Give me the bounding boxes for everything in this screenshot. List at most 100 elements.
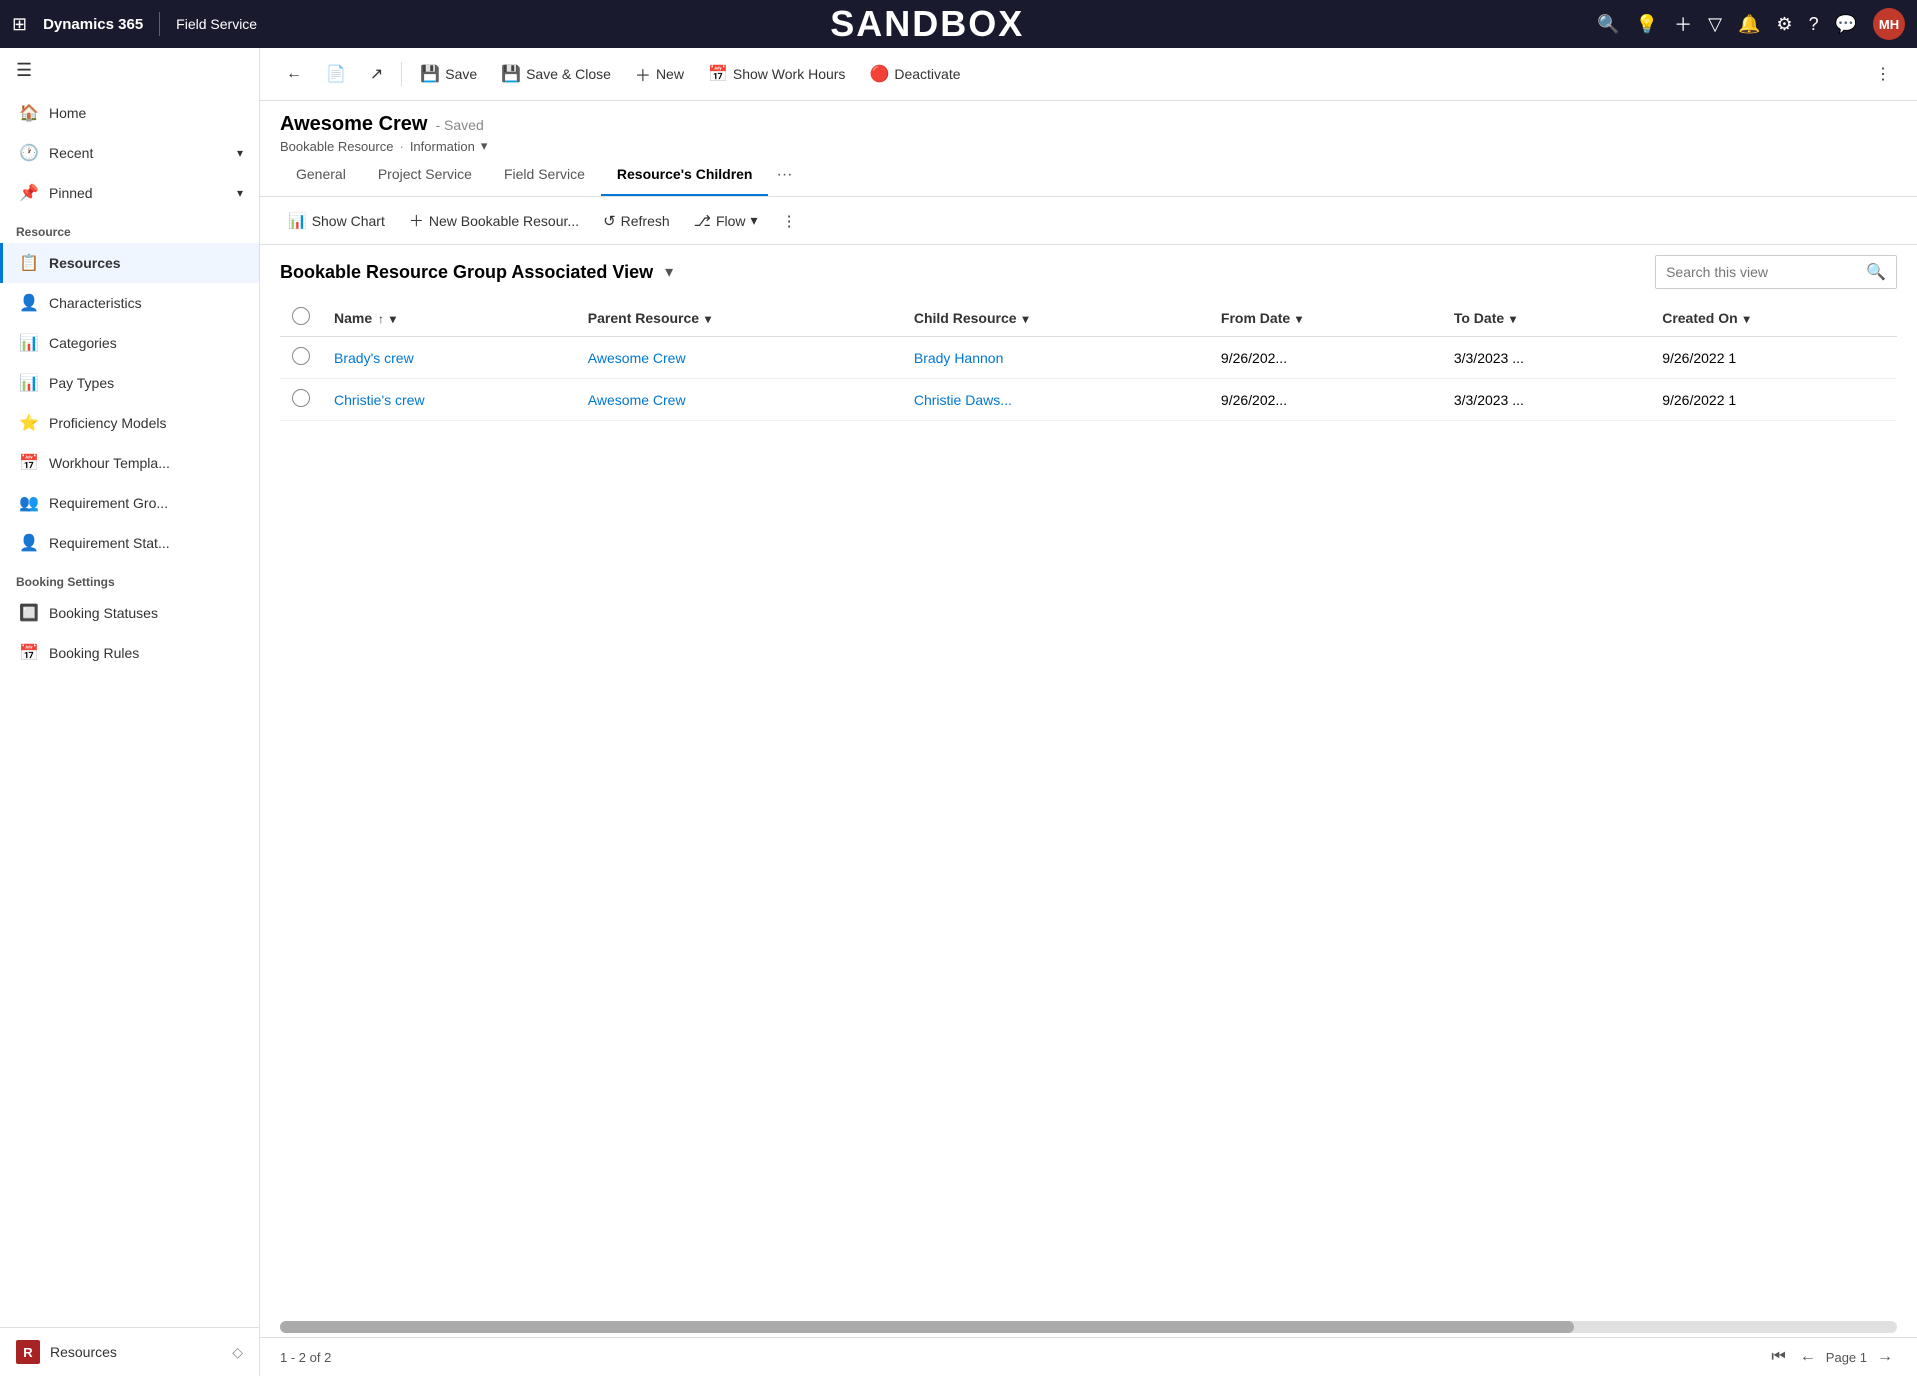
search-button[interactable]: 🔍 xyxy=(1856,256,1896,288)
row-1-checkbox[interactable] xyxy=(292,347,310,365)
sidebar-bottom-resources[interactable]: R Resources ◇ xyxy=(0,1328,259,1376)
scroll-thumb[interactable] xyxy=(280,1321,1574,1333)
row-2-name[interactable]: Christie's crew xyxy=(322,379,576,421)
deactivate-icon: 🔴 xyxy=(869,64,889,84)
select-all-checkbox[interactable] xyxy=(292,307,310,325)
proficiency-icon: ⭐ xyxy=(19,413,39,433)
new-button[interactable]: ＋ New xyxy=(625,56,694,92)
prev-page-button[interactable]: ← xyxy=(1796,1346,1820,1368)
refresh-icon: ↺ xyxy=(603,212,616,230)
first-page-button[interactable]: ⏮ xyxy=(1767,1346,1789,1368)
tab-resources-children[interactable]: Resource's Children xyxy=(601,154,769,196)
sidebar-bottom-label: Resources xyxy=(50,1344,117,1360)
record-count: 1 - 2 of 2 xyxy=(280,1350,331,1365)
resources-icon: 📋 xyxy=(19,253,39,273)
calendar-icon: 📅 xyxy=(708,64,728,84)
tab-field-service[interactable]: Field Service xyxy=(488,154,601,196)
sidebar-item-proficiency-models[interactable]: ⭐ Proficiency Models xyxy=(0,403,259,443)
sidebar-item-characteristics[interactable]: 👤 Characteristics xyxy=(0,283,259,323)
row-1-child-resource[interactable]: Brady Hannon xyxy=(902,337,1209,379)
sidebar-item-pay-types-label: Pay Types xyxy=(49,375,114,391)
sidebar-item-recent[interactable]: 🕐 Recent ▾ xyxy=(0,133,259,173)
filter-icon[interactable]: ▽ xyxy=(1708,14,1722,35)
next-page-button[interactable]: → xyxy=(1873,1346,1897,1368)
row-2-parent-resource[interactable]: Awesome Crew xyxy=(576,379,902,421)
sidebar: ☰ 🏠 Home 🕐 Recent ▾ 📌 Pinned ▾ Resource … xyxy=(0,48,260,1376)
sandbox-title: SANDBOX xyxy=(265,3,1589,45)
lightbulb-icon[interactable]: 💡 xyxy=(1636,14,1658,35)
to-date-sort-icon[interactable]: ▾ xyxy=(1510,312,1516,326)
save-button[interactable]: 💾 Save xyxy=(410,58,487,90)
back-button[interactable]: ← xyxy=(276,59,312,89)
save-close-button[interactable]: 💾 Save & Close xyxy=(491,58,621,90)
row-1-name[interactable]: Brady's crew xyxy=(322,337,576,379)
toolbar-more-button[interactable]: ⋮ xyxy=(1865,58,1901,90)
next-page-icon: → xyxy=(1877,1348,1893,1365)
pay-types-icon: 📊 xyxy=(19,373,39,393)
col-created-on[interactable]: Created On ▾ xyxy=(1650,299,1897,337)
tab-general[interactable]: General xyxy=(280,154,362,196)
add-icon: ＋ xyxy=(409,210,424,231)
sidebar-menu-toggle[interactable]: ☰ xyxy=(0,48,259,93)
gear-icon[interactable]: ⚙ xyxy=(1776,14,1792,35)
chat-icon[interactable]: 💬 xyxy=(1835,14,1857,35)
col-parent-resource[interactable]: Parent Resource ▾ xyxy=(576,299,902,337)
open-new-window-icon: ↗ xyxy=(370,64,383,84)
horizontal-scrollbar[interactable] xyxy=(280,1321,1897,1333)
child-resource-sort-icon[interactable]: ▾ xyxy=(1022,312,1028,326)
show-work-hours-button[interactable]: 📅 Show Work Hours xyxy=(698,58,855,90)
booking-statuses-icon: 🔲 xyxy=(19,603,39,623)
select-all-column[interactable] xyxy=(280,299,322,337)
sidebar-item-pay-types[interactable]: 📊 Pay Types xyxy=(0,363,259,403)
new-bookable-resource-button[interactable]: ＋ New Bookable Resour... xyxy=(401,205,587,236)
search-icon[interactable]: 🔍 xyxy=(1597,14,1619,35)
refresh-button[interactable]: ↺ Refresh xyxy=(595,207,678,235)
subgrid-more-button[interactable]: ⋮ xyxy=(774,207,805,235)
created-on-sort-icon[interactable]: ▾ xyxy=(1744,312,1750,326)
form-view-button[interactable]: 📄 xyxy=(316,58,356,90)
parent-resource-sort-icon[interactable]: ▾ xyxy=(705,312,711,326)
tabs-more-button[interactable]: ··· xyxy=(768,154,800,196)
sidebar-item-requirement-groups[interactable]: 👥 Requirement Gro... xyxy=(0,483,259,523)
sidebar-item-home[interactable]: 🏠 Home xyxy=(0,93,259,133)
name-sort-chevron-icon[interactable]: ▾ xyxy=(390,312,396,326)
show-chart-button[interactable]: 📊 Show Chart xyxy=(280,207,393,235)
more-icon: ⋮ xyxy=(1875,64,1891,84)
waffle-icon[interactable]: ⊞ xyxy=(12,14,27,35)
nav-divider xyxy=(159,12,160,36)
sidebar-item-booking-statuses-label: Booking Statuses xyxy=(49,605,158,621)
col-to-date[interactable]: To Date ▾ xyxy=(1442,299,1650,337)
avatar[interactable]: MH xyxy=(1873,8,1905,40)
open-new-window-button[interactable]: ↗ xyxy=(360,58,393,90)
row-2-child-resource[interactable]: Christie Daws... xyxy=(902,379,1209,421)
pinned-chevron-icon: ▾ xyxy=(237,186,243,200)
view-title-dropdown-icon[interactable]: ▾ xyxy=(665,262,673,282)
search-input[interactable] xyxy=(1656,258,1856,286)
col-child-resource[interactable]: Child Resource ▾ xyxy=(902,299,1209,337)
bell-icon[interactable]: 🔔 xyxy=(1738,14,1760,35)
sidebar-item-booking-statuses[interactable]: 🔲 Booking Statuses xyxy=(0,593,259,633)
sidebar-item-requirement-statuses[interactable]: 👤 Requirement Stat... xyxy=(0,523,259,563)
sidebar-item-booking-rules[interactable]: 📅 Booking Rules xyxy=(0,633,259,673)
sidebar-item-workhour-templates[interactable]: 📅 Workhour Templa... xyxy=(0,443,259,483)
sidebar-item-characteristics-label: Characteristics xyxy=(49,295,142,311)
grid-footer: 1 - 2 of 2 ⏮ ← Page 1 → xyxy=(260,1337,1917,1376)
help-icon[interactable]: ? xyxy=(1809,14,1819,35)
plus-icon[interactable]: ＋ xyxy=(1674,11,1692,37)
flow-button[interactable]: ⎇ Flow ▾ xyxy=(686,207,766,235)
col-name[interactable]: Name ↑ ▾ xyxy=(322,299,576,337)
row-1-parent-resource[interactable]: Awesome Crew xyxy=(576,337,902,379)
sidebar-item-pinned[interactable]: 📌 Pinned ▾ xyxy=(0,173,259,213)
deactivate-button[interactable]: 🔴 Deactivate xyxy=(859,58,970,90)
tab-project-service[interactable]: Project Service xyxy=(362,154,488,196)
row-2-checkbox[interactable] xyxy=(292,389,310,407)
record-header: Awesome Crew - Saved Bookable Resource ·… xyxy=(260,101,1917,154)
req-statuses-icon: 👤 xyxy=(19,533,39,553)
from-date-sort-icon[interactable]: ▾ xyxy=(1296,312,1302,326)
sidebar-item-resources[interactable]: 📋 Resources xyxy=(0,243,259,283)
sidebar-item-categories[interactable]: 📊 Categories xyxy=(0,323,259,363)
record-view-chevron-icon[interactable]: ▾ xyxy=(481,138,488,154)
flow-chevron-icon: ▾ xyxy=(751,212,758,229)
sidebar-item-recent-label: Recent xyxy=(49,145,93,161)
col-from-date[interactable]: From Date ▾ xyxy=(1209,299,1442,337)
